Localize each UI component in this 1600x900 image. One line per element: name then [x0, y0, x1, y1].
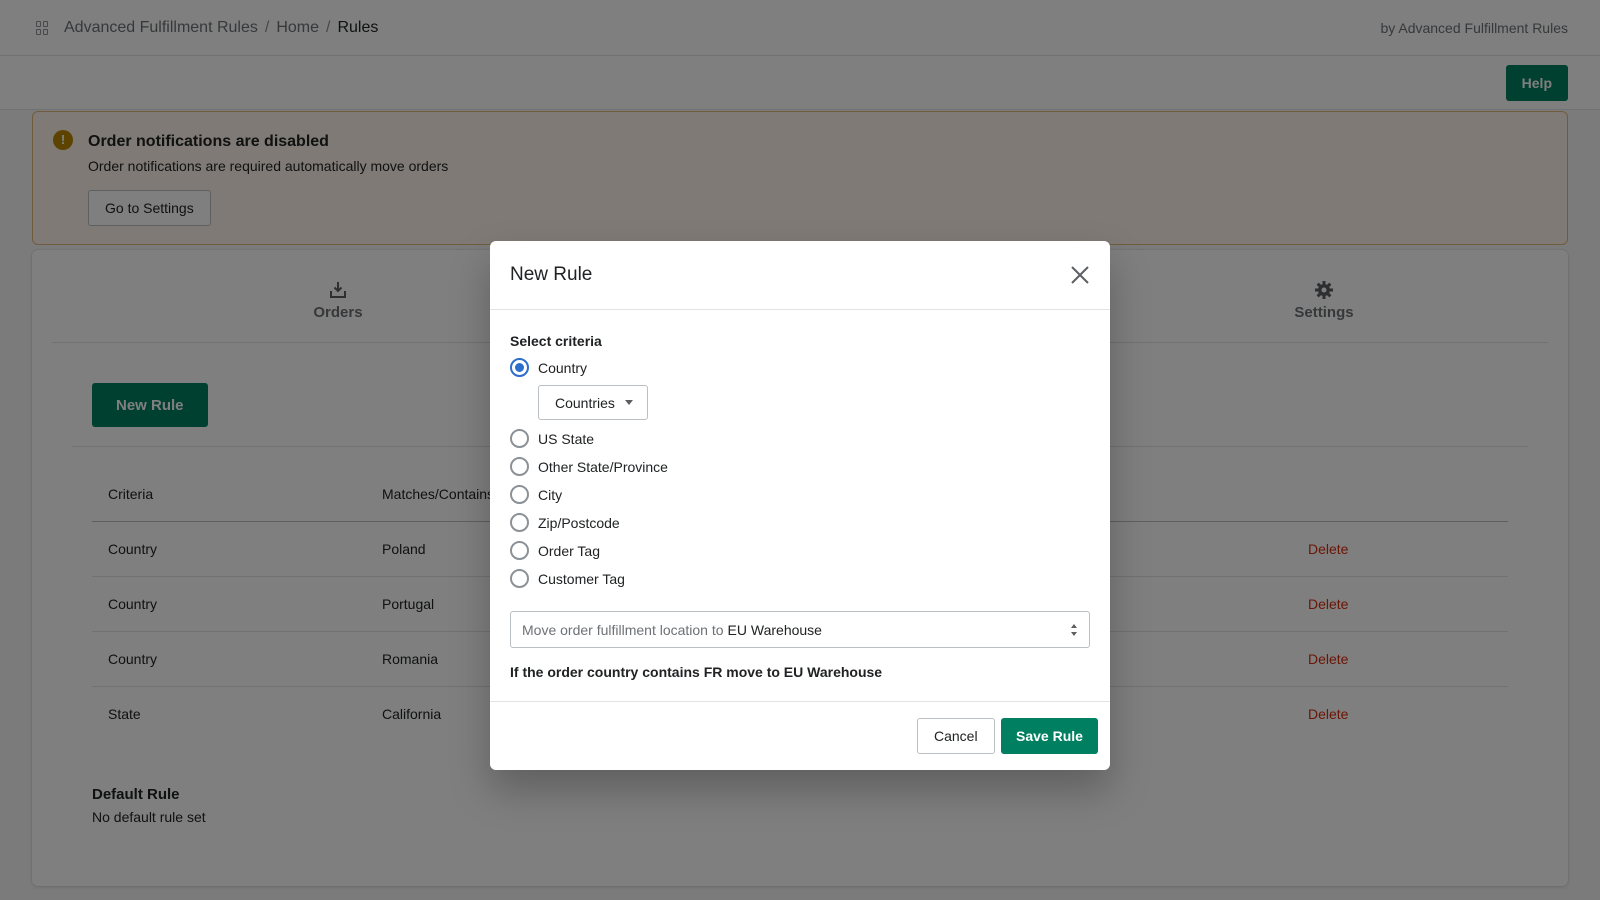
new-rule-modal: New Rule Select criteria Country Countri…: [490, 241, 1110, 770]
radio-zip[interactable]: Zip/Postcode: [510, 513, 620, 532]
location-select[interactable]: Move order fulfillment location to EU Wa…: [510, 611, 1090, 648]
radio-country[interactable]: Country: [510, 358, 587, 377]
caret-down-icon: [624, 400, 633, 405]
close-icon[interactable]: [1068, 263, 1092, 287]
radio-label: Zip/Postcode: [538, 514, 620, 531]
modal-title: New Rule: [510, 264, 593, 285]
radio-order-tag[interactable]: Order Tag: [510, 541, 600, 560]
radio-button[interactable]: [510, 429, 529, 448]
radio-label: Country: [538, 359, 588, 376]
radio-city[interactable]: City: [510, 485, 562, 504]
countries-dropdown-button[interactable]: Countries: [538, 385, 648, 420]
radio-label: Order Tag: [538, 542, 600, 559]
radio-customer-tag[interactable]: Customer Tag: [510, 569, 625, 588]
radio-button[interactable]: [510, 513, 529, 532]
select-arrows-icon: [1071, 623, 1077, 636]
rule-summary: If the order country contains FR move to…: [510, 664, 883, 680]
radio-us-state[interactable]: US State: [510, 429, 594, 448]
cancel-button[interactable]: Cancel: [917, 718, 995, 754]
radio-label: Other State/Province: [538, 458, 668, 475]
select-prefix: Move order fulfillment location to: [522, 621, 724, 638]
select-value: EU Warehouse: [727, 621, 822, 638]
select-criteria-label: Select criteria: [510, 333, 602, 349]
radio-button[interactable]: [510, 457, 529, 476]
modal-body: Select criteria Country Countries US Sta…: [490, 310, 1110, 702]
radio-button[interactable]: [510, 541, 529, 560]
radio-button[interactable]: [510, 485, 529, 504]
modal-footer: Cancel Save Rule: [490, 702, 1110, 769]
radio-label: Customer Tag: [538, 570, 625, 587]
modal-header: New Rule: [490, 241, 1110, 310]
radio-other-state[interactable]: Other State/Province: [510, 457, 668, 476]
save-rule-button[interactable]: Save Rule: [1001, 718, 1098, 754]
radio-button[interactable]: [510, 569, 529, 588]
radio-button-selected[interactable]: [510, 358, 529, 377]
countries-button-label: Countries: [555, 394, 615, 411]
radio-label: US State: [538, 430, 595, 447]
radio-label: City: [538, 486, 563, 503]
